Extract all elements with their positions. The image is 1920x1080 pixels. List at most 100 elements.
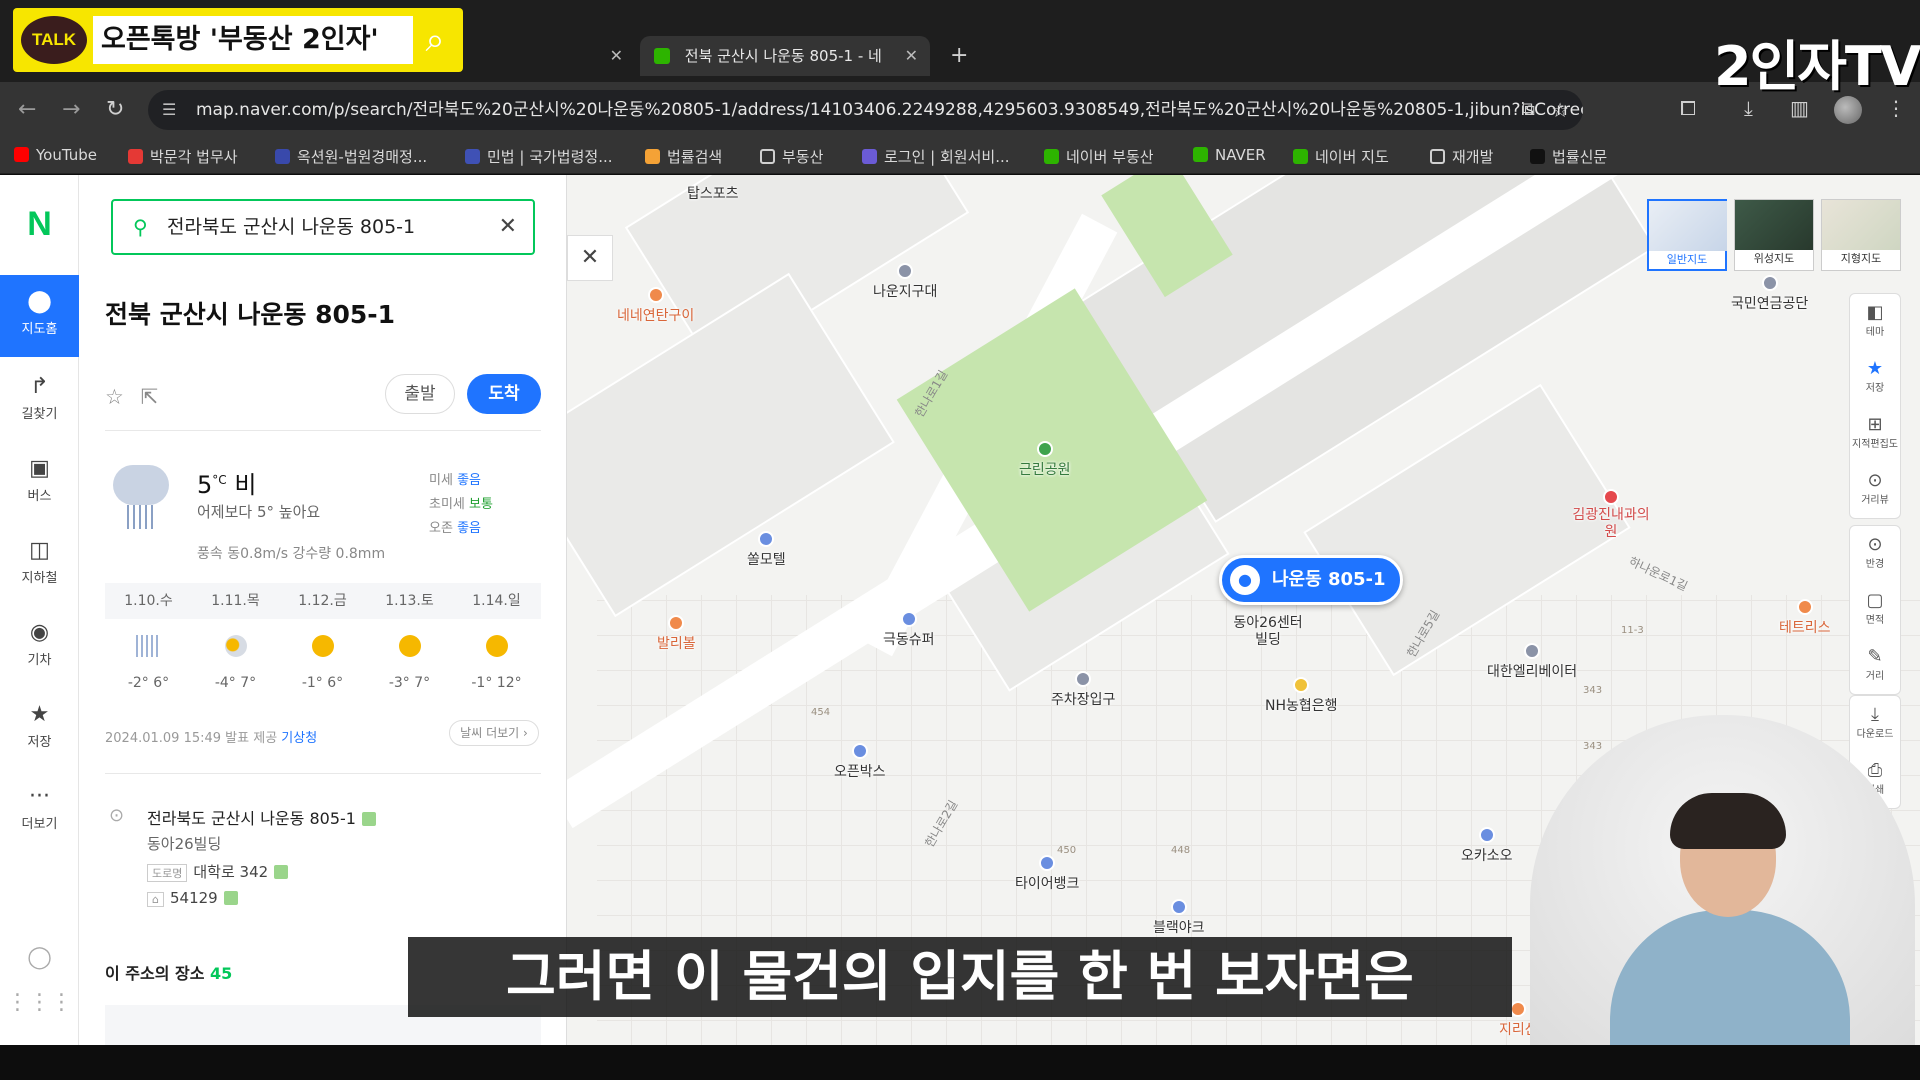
- restaurant-icon: [1510, 1001, 1527, 1017]
- tool-download[interactable]: ⤓ 다운로드: [1850, 696, 1900, 752]
- layer-label: 일반지도: [1666, 253, 1708, 266]
- rail-item-more[interactable]: ··· 더보기: [0, 770, 79, 852]
- bookmark-item[interactable]: 재개발: [1430, 146, 1493, 167]
- poi[interactable]: 블랙야크: [1153, 899, 1205, 937]
- ozone-value: 좋음: [457, 521, 481, 536]
- rail-item-map-home[interactable]: ⬤ 지도홈: [0, 275, 79, 357]
- copy-icon[interactable]: [274, 865, 289, 879]
- site-info-icon[interactable]: ☰: [162, 90, 176, 130]
- search-result-panel: ⚲ 전라북도 군산시 나운동 805-1 ✕ 전북 군산시 나운동 805-1 …: [79, 175, 567, 1045]
- bookmark-item[interactable]: 옥션원-법원경매정...: [275, 146, 427, 167]
- naver-logo[interactable]: N: [0, 205, 79, 244]
- tool-label: 테마: [1865, 327, 1885, 338]
- store-icon: [900, 611, 917, 627]
- bookmark-item[interactable]: 로그인 | 회원서비...: [862, 146, 1010, 167]
- extensions-icon[interactable]: ⧠: [1680, 96, 1696, 120]
- bookmark-item[interactable]: 부동산: [760, 146, 823, 167]
- tool-label: 거리: [1865, 671, 1885, 682]
- provider-link[interactable]: 기상청: [281, 731, 317, 746]
- layer-normal-button[interactable]: 일반지도: [1647, 199, 1727, 271]
- bookmark-item[interactable]: 법률신문: [1530, 146, 1607, 167]
- tab-inactive[interactable]: ✕: [460, 36, 635, 76]
- poi[interactable]: 테트리스: [1779, 599, 1831, 637]
- new-tab-icon[interactable]: +: [950, 36, 968, 76]
- places-count[interactable]: 이 주소의 장소 45: [105, 960, 232, 984]
- bookmark-item[interactable]: NAVER: [1193, 146, 1266, 164]
- road-name: 하나운로1길: [1626, 554, 1690, 594]
- bookmark-star-icon[interactable]: ☆: [1551, 90, 1569, 130]
- tool-area[interactable]: ▢ 면적: [1850, 582, 1900, 638]
- video-subtitle: 그러면 이 물건의 입지를 한 번 보자면은: [408, 937, 1512, 1017]
- weather-condition: 비: [234, 471, 257, 499]
- poi[interactable]: NH농협은행: [1265, 677, 1338, 715]
- back-icon[interactable]: ←: [18, 96, 36, 124]
- clear-icon[interactable]: ✕: [499, 201, 517, 253]
- poi[interactable]: 오픈박스: [834, 743, 886, 781]
- tool-radius[interactable]: ⊙ 반경: [1850, 526, 1900, 582]
- tool-street-view[interactable]: ⊙ 거리뷰: [1850, 462, 1900, 518]
- poi[interactable]: 극동슈퍼: [883, 611, 935, 649]
- poi[interactable]: 근린공원: [1019, 441, 1071, 479]
- tool-cadastral[interactable]: ⊞ 지적편집도: [1850, 406, 1900, 462]
- poi[interactable]: 김광진내과의원: [1571, 489, 1651, 541]
- bookmark-item[interactable]: 민법 | 국가법령정...: [465, 146, 613, 167]
- star-icon: ★: [1866, 358, 1884, 379]
- poi-label: NH농협은행: [1265, 698, 1338, 714]
- poi[interactable]: 대한엘리베이터: [1487, 643, 1577, 681]
- subway-icon: ◫: [29, 538, 50, 563]
- bookmark-item[interactable]: 네이버 지도: [1293, 146, 1389, 167]
- apps-grid-icon[interactable]: ⋮⋮⋮: [0, 990, 79, 1015]
- depart-button[interactable]: 출발: [385, 374, 455, 414]
- forecast-temp: -3° 7°: [388, 675, 431, 691]
- poi[interactable]: 타이어뱅크: [1015, 855, 1079, 893]
- tool-distance[interactable]: ✎ 거리: [1850, 638, 1900, 694]
- poi[interactable]: 오카소오: [1461, 827, 1513, 865]
- bookmark-item[interactable]: 네이버 부동산: [1044, 146, 1154, 167]
- close-icon[interactable]: ✕: [567, 235, 613, 281]
- rail-item-bus[interactable]: ▣ 버스: [0, 442, 79, 524]
- poi[interactable]: 주차장입구: [1051, 671, 1115, 709]
- tool-theme[interactable]: ◧ 테마: [1850, 294, 1900, 350]
- close-icon[interactable]: ✕: [610, 36, 623, 76]
- share-icon[interactable]: ⇱: [141, 385, 159, 409]
- search-input[interactable]: ⚲ 전라북도 군산시 나운동 805-1 ✕: [111, 199, 535, 255]
- bus-icon: ▣: [29, 456, 50, 481]
- ultra-fine-dust-value: 보통: [469, 497, 493, 512]
- poi[interactable]: 나운지구대: [873, 263, 937, 301]
- user-icon[interactable]: ◯: [0, 945, 79, 970]
- poi-label[interactable]: 탑스포츠: [687, 183, 739, 203]
- more-weather-button[interactable]: 날씨 더보기 ›: [449, 720, 539, 746]
- poi[interactable]: 쏠모텔: [747, 531, 786, 569]
- copy-icon[interactable]: [223, 891, 238, 905]
- rail-item-subway[interactable]: ◫ 지하철: [0, 524, 79, 606]
- poi[interactable]: 국민연금공단: [1731, 275, 1808, 313]
- bookmark-item[interactable]: 법률검색: [645, 146, 722, 167]
- rail-item-saved[interactable]: ★ 저장: [0, 688, 79, 770]
- reload-icon[interactable]: ↻: [106, 96, 124, 124]
- tool-save[interactable]: ★ 저장: [1850, 350, 1900, 406]
- ruler-icon: ✎: [1867, 646, 1883, 667]
- rail-item-directions[interactable]: ↱ 길찾기: [0, 360, 79, 442]
- close-icon[interactable]: ✕: [905, 36, 918, 76]
- poi-label: 네네연탄구이: [617, 308, 695, 324]
- layer-satellite-button[interactable]: 위성지도: [1734, 199, 1814, 271]
- folder-icon: [760, 149, 775, 164]
- copy-icon[interactable]: [361, 812, 376, 826]
- bookmark-item[interactable]: YouTube: [14, 146, 97, 164]
- poi[interactable]: 발리볼: [657, 615, 696, 653]
- install-app-icon[interactable]: ⧉: [1522, 90, 1535, 130]
- location-marker[interactable]: ● 나운동 805-1: [1219, 555, 1403, 605]
- layer-terrain-button[interactable]: 지형지도: [1821, 199, 1901, 271]
- arrive-button[interactable]: 도착: [467, 374, 541, 414]
- favorite-star-icon[interactable]: ☆: [105, 385, 124, 409]
- bookmark-favicon-icon: [1193, 147, 1208, 162]
- store-icon: [1478, 827, 1495, 843]
- forward-icon[interactable]: →: [62, 96, 80, 124]
- bookmark-item[interactable]: 박문각 법무사: [128, 146, 238, 167]
- poi-label[interactable]: 동아26센터빌딩: [1233, 615, 1303, 649]
- rail-item-train[interactable]: ◉ 기차: [0, 606, 79, 688]
- store-icon: [851, 743, 868, 759]
- tab-active[interactable]: 전북 군산시 나운동 805-1 - 네 ✕: [640, 36, 930, 76]
- poi[interactable]: 네네연탄구이: [617, 287, 694, 325]
- address-bar[interactable]: ☰ map.naver.com/p/search/전라북도%20군산시%20나운…: [148, 90, 1583, 130]
